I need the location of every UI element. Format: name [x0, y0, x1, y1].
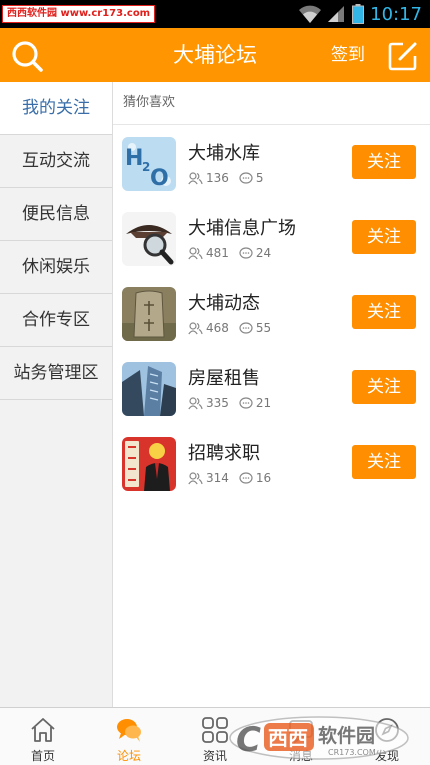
post-count: 5: [255, 171, 264, 185]
follow-button[interactable]: 关注: [352, 145, 416, 179]
forum-row[interactable]: 房屋租售 335 21 关注: [113, 350, 430, 425]
post-count: 55: [255, 321, 272, 335]
watermark-badge: 西西软件园 www.cr173.com: [2, 5, 156, 23]
svg-text:H: H: [125, 146, 143, 171]
svg-text:软件园: 软件园: [318, 724, 375, 747]
comment-icon: [239, 246, 253, 259]
members-icon: [188, 396, 203, 409]
forum-row[interactable]: 大埔信息广场 481 24 关注: [113, 200, 430, 275]
nav-home[interactable]: 首页: [0, 708, 86, 765]
follow-button[interactable]: 关注: [352, 445, 416, 479]
members-icon: [188, 171, 203, 184]
chat-bubbles-icon: [117, 719, 141, 742]
sidebar-item-admin[interactable]: 站务管理区: [0, 347, 112, 400]
forum-stats: 481 24: [188, 246, 271, 260]
follow-button[interactable]: 关注: [352, 295, 416, 329]
svg-text:C: C: [236, 720, 261, 760]
member-count: 468: [206, 321, 229, 335]
follow-button[interactable]: 关注: [352, 370, 416, 404]
forum-stats: 136 5: [188, 171, 264, 185]
comment-icon: [239, 471, 253, 484]
grid-icon: [202, 717, 228, 743]
watermark-logo: C 西西 软件园 CR173.COM: [229, 716, 409, 760]
status-icons: 10:17: [298, 0, 430, 28]
forum-row[interactable]: 大埔动态 468 55 关注: [113, 275, 430, 350]
member-count: 136: [206, 171, 229, 185]
svg-text:O: O: [150, 166, 169, 191]
forum-name: 大埔信息广场: [188, 218, 296, 239]
forum-name: 招聘求职: [188, 443, 260, 464]
section-title: 猜你喜欢: [113, 82, 430, 125]
forum-row[interactable]: 招聘求职 314 16 关注: [113, 425, 430, 500]
sidebar-item-convenience[interactable]: 便民信息: [0, 188, 112, 241]
post-count: 21: [255, 396, 272, 410]
category-sidebar: 我的关注 互动交流 便民信息 休闲娱乐 合作专区 站务管理区: [0, 82, 113, 708]
members-icon: [188, 246, 203, 259]
forum-stats: 314 16: [188, 471, 271, 485]
comment-icon: [239, 396, 253, 409]
comment-icon: [239, 171, 253, 184]
follow-button[interactable]: 关注: [352, 220, 416, 254]
nav-label: 首页: [30, 749, 55, 763]
nav-label: 论坛: [116, 749, 141, 763]
home-icon: [31, 718, 55, 742]
member-count: 314: [206, 471, 229, 485]
compose-icon[interactable]: [388, 41, 418, 71]
clock: 10:17: [370, 3, 422, 25]
forum-list-panel: 猜你喜欢 H 2 O 大埔水库 136 5 关注 大埔信息广场 481 24 关…: [113, 82, 430, 708]
member-count: 335: [206, 396, 229, 410]
signal-icon: [328, 6, 345, 22]
sidebar-item-leisure[interactable]: 休闲娱乐: [0, 241, 112, 294]
job-seeker-icon: [122, 437, 176, 491]
magnifier-icon: [122, 212, 176, 266]
post-count: 24: [255, 246, 272, 260]
battery-icon: [352, 4, 365, 24]
members-icon: [188, 471, 203, 484]
forum-name: 房屋租售: [188, 368, 260, 389]
forum-name: 大埔动态: [188, 293, 260, 314]
forum-name: 大埔水库: [188, 143, 260, 164]
nav-forum[interactable]: 论坛: [86, 708, 172, 765]
svg-text:西西: 西西: [268, 726, 308, 750]
stone-tablet-icon: [122, 287, 176, 341]
app-header: 大埔论坛 签到: [0, 28, 430, 82]
sidebar-item-cooperation[interactable]: 合作专区: [0, 294, 112, 347]
page-title: 大埔论坛: [173, 43, 257, 67]
sidebar-item-interaction[interactable]: 互动交流: [0, 135, 112, 188]
wifi-icon: [299, 5, 322, 23]
search-icon[interactable]: [10, 39, 44, 73]
status-bar: 西西软件园 www.cr173.com 10:17: [0, 0, 430, 28]
signin-button[interactable]: 签到: [331, 28, 365, 82]
watermark-logo-sub: CR173.COM: [328, 748, 376, 757]
sidebar-item-my-follows[interactable]: 我的关注: [0, 82, 112, 135]
forum-row[interactable]: H 2 O 大埔水库 136 5 关注: [113, 125, 430, 200]
member-count: 481: [206, 246, 229, 260]
post-count: 16: [255, 471, 272, 485]
buildings-icon: [122, 362, 176, 416]
forum-stats: 335 21: [188, 396, 271, 410]
comment-icon: [239, 321, 253, 334]
members-icon: [188, 321, 203, 334]
h2o-icon: H 2 O: [122, 137, 176, 191]
forum-stats: 468 55: [188, 321, 271, 335]
